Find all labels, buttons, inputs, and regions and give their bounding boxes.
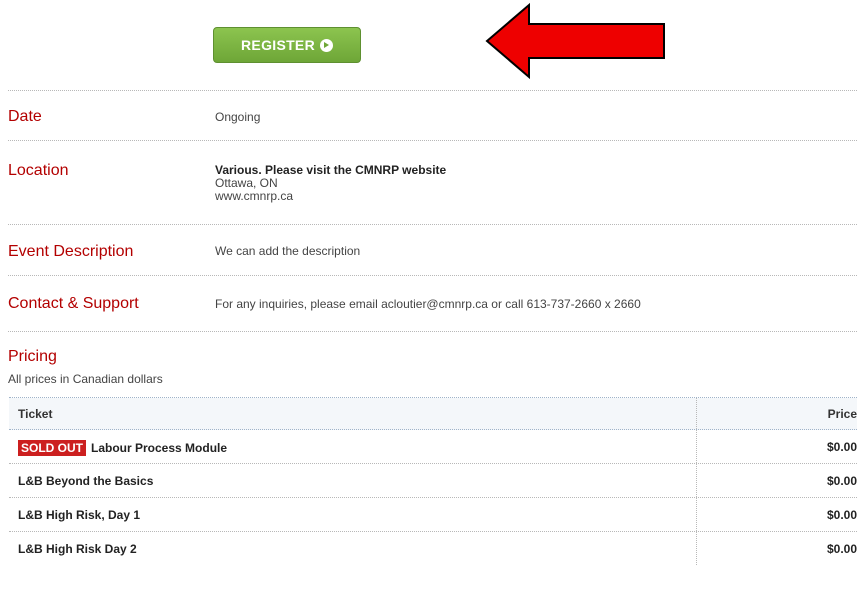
date-label: Date [8, 108, 42, 125]
location-label: Location [8, 162, 69, 179]
ticket-name-cell: SOLD OUT Labour Process Module [18, 440, 227, 456]
ticket-column-header: Ticket [18, 407, 53, 421]
table-header: Ticket Price [9, 398, 857, 430]
column-divider [696, 398, 697, 429]
ticket-price: $0.00 [826, 474, 857, 488]
divider [8, 224, 857, 225]
ticket-price: $0.00 [826, 508, 857, 522]
pricing-table: Ticket Price SOLD OUT Labour Process Mod… [9, 397, 857, 565]
divider [8, 90, 857, 91]
play-circle-icon [319, 38, 333, 52]
column-divider [696, 430, 697, 463]
table-row: L&B Beyond the Basics $0.00 [9, 464, 857, 498]
price-column-header: Price [827, 407, 857, 421]
table-row: L&B High Risk, Day 1 $0.00 [9, 498, 857, 532]
contact-support-label: Contact & Support [8, 295, 139, 312]
event-description-value: We can add the description [215, 244, 361, 258]
contact-support-value: For any inquiries, please email acloutie… [215, 297, 641, 311]
divider [8, 331, 857, 332]
ticket-price: $0.00 [826, 542, 857, 556]
column-divider [696, 498, 697, 531]
ticket-price: $0.00 [826, 440, 857, 454]
divider [8, 140, 857, 141]
location-website: www.cmnrp.ca [215, 189, 294, 203]
column-divider [696, 464, 697, 497]
pricing-title: Pricing [8, 348, 57, 365]
pricing-subtitle: All prices in Canadian dollars [8, 372, 163, 386]
event-description-label: Event Description [8, 243, 134, 260]
ticket-name: L&B High Risk, Day 1 [18, 508, 141, 522]
table-row: L&B High Risk Day 2 $0.00 [9, 532, 857, 565]
divider [8, 275, 857, 276]
date-value: Ongoing [215, 110, 261, 124]
ticket-name: L&B High Risk Day 2 [18, 542, 137, 556]
table-row: SOLD OUT Labour Process Module $0.00 [9, 430, 857, 464]
sold-out-badge: SOLD OUT [18, 440, 86, 456]
ticket-name: Labour Process Module [91, 441, 228, 455]
register-button-label: REGISTER [241, 37, 315, 53]
column-divider [696, 532, 697, 565]
location-value: Various. Please visit the CMNRP website … [215, 164, 446, 203]
red-arrow-icon [485, 2, 665, 80]
location-venue: Various. Please visit the CMNRP website [215, 163, 447, 177]
ticket-name: L&B Beyond the Basics [18, 474, 154, 488]
register-button[interactable]: REGISTER [213, 27, 361, 63]
